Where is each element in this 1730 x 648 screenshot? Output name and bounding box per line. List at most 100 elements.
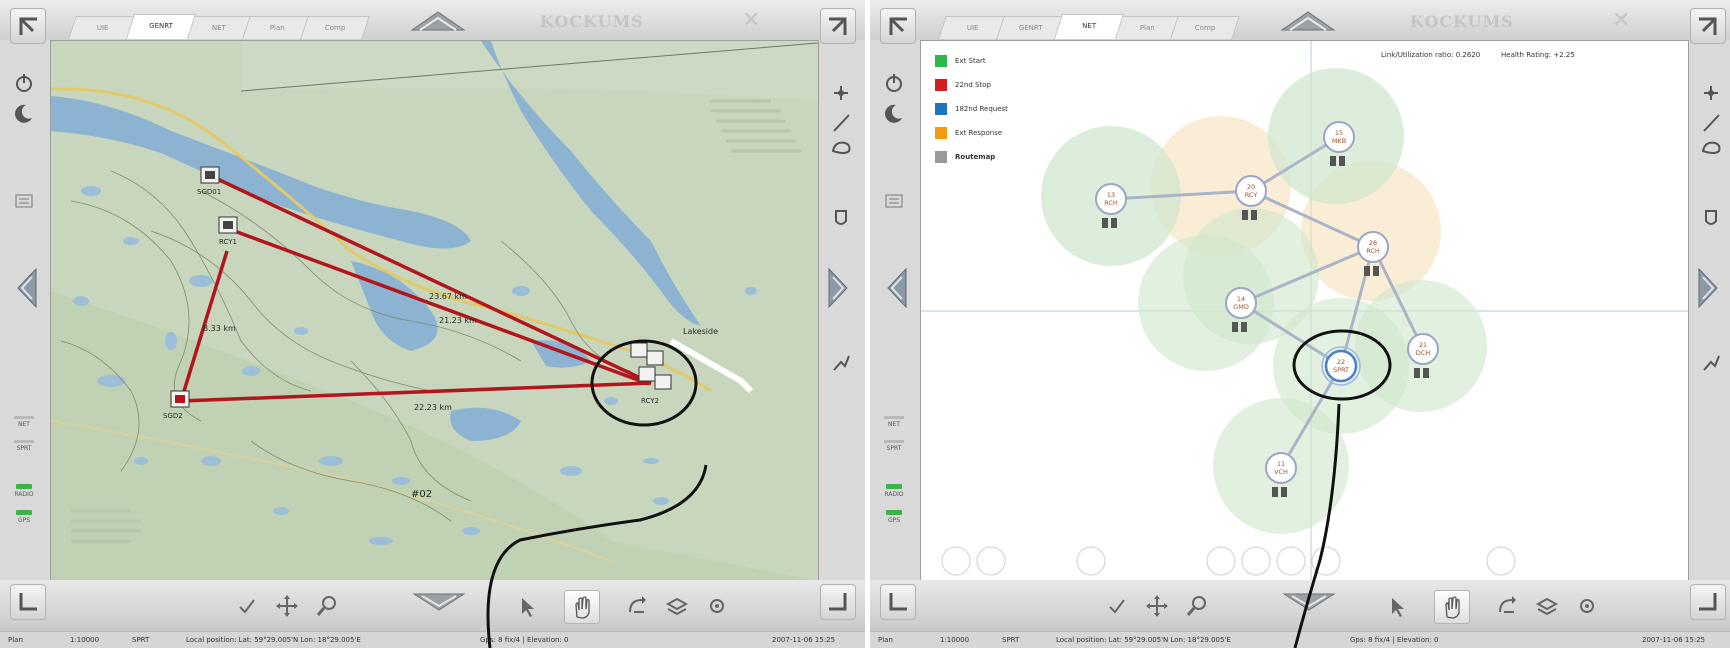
node-22[interactable]: 22 SPRT	[1321, 346, 1361, 386]
legend-item: 182nd Request	[935, 103, 1008, 117]
layers-icon[interactable]	[660, 590, 694, 622]
document-icon[interactable]	[880, 188, 908, 214]
distance-label-2: 21.23 km	[439, 316, 477, 325]
utilization-readout: Link/Utilization ratio: 0.2620	[1381, 51, 1481, 59]
corner-ne-button[interactable]	[1690, 8, 1726, 44]
svg-text:SGD2: SGD2	[163, 412, 183, 420]
next-arrow[interactable]	[823, 265, 853, 311]
corner-sw-button[interactable]	[10, 584, 46, 620]
status-scale: 1:10000	[940, 636, 970, 644]
corner-se-button[interactable]	[820, 584, 856, 620]
corner-sw-button[interactable]	[880, 584, 916, 620]
tab-comp[interactable]: Comp	[1170, 16, 1240, 39]
legend-swatch-blue	[935, 103, 947, 115]
status-unit: SPRT	[132, 636, 150, 644]
svg-text:RCY1: RCY1	[219, 238, 237, 246]
corner-nw-button[interactable]	[10, 8, 46, 44]
route-tool-icon[interactable]	[827, 350, 855, 376]
expand-down-button[interactable]	[404, 588, 474, 616]
sprt-status: SPRT	[878, 440, 910, 452]
hand-icon[interactable]	[1434, 590, 1470, 624]
next-arrow[interactable]	[1693, 265, 1723, 311]
left-sidebar: NET SPRT RADIO GPS	[0, 40, 48, 580]
status-gps: Gps: 8 fix/4 | Elevation: 0	[1350, 636, 1439, 644]
settings-icon[interactable]	[700, 590, 734, 622]
right-sidebar	[1687, 40, 1730, 580]
svg-text:SPRT: SPRT	[1333, 366, 1349, 374]
brand-logo: KOCKUMS	[1410, 12, 1514, 31]
zoom-icon[interactable]	[310, 590, 344, 622]
status-bar: Plan 1:10000 SPRT Local position: Lat: 5…	[870, 631, 1730, 648]
svg-text:RCH: RCH	[1366, 247, 1380, 255]
distance-label-4: 22.23 km	[414, 403, 452, 412]
checkmark-icon[interactable]	[230, 590, 264, 622]
cursor-icon[interactable]	[1380, 590, 1414, 622]
collapse-up-button[interactable]	[398, 6, 478, 36]
corner-nw-button[interactable]	[880, 8, 916, 44]
distance-label-1: 23.67 km	[429, 292, 467, 301]
power-icon[interactable]	[10, 70, 38, 96]
svg-text:RCY: RCY	[1245, 191, 1258, 199]
corner-se-button[interactable]	[1690, 584, 1726, 620]
net-status: NET	[878, 416, 910, 428]
crosshair-icon[interactable]	[827, 80, 855, 106]
svg-text:MKB: MKB	[1332, 137, 1346, 145]
pan-icon[interactable]	[1140, 590, 1174, 622]
status-bar: Plan 1:10000 SPRT Local position: Lat: 5…	[0, 631, 865, 648]
area-tool-icon[interactable]	[827, 135, 855, 161]
radio-status: RADIO	[878, 484, 910, 498]
night-mode-icon[interactable]	[880, 100, 908, 126]
line-tool-icon[interactable]	[827, 110, 855, 136]
network-view[interactable]: 15 MKB 13 RCH 20 RCY 28 RCH 14 GMD 22 SP…	[920, 40, 1689, 582]
shield-icon[interactable]	[1697, 205, 1725, 231]
previous-arrow[interactable]	[12, 265, 42, 311]
pan-icon[interactable]	[270, 590, 304, 622]
rotate-icon[interactable]	[620, 590, 654, 622]
svg-text:20: 20	[1247, 183, 1255, 191]
status-datetime: 2007-11-06 15:25	[772, 636, 836, 644]
route-tool-icon[interactable]	[1697, 350, 1725, 376]
unit-marker-rcy1[interactable]: RCY1	[218, 216, 238, 246]
close-icon[interactable]: ✕	[1612, 8, 1630, 33]
layers-icon[interactable]	[1530, 590, 1564, 622]
expand-down-button[interactable]	[1274, 588, 1344, 616]
status-scale: 1:10000	[70, 636, 100, 644]
tab-comp[interactable]: Comp	[300, 16, 370, 39]
area-tool-icon[interactable]	[1697, 135, 1725, 161]
svg-text:28: 28	[1369, 239, 1377, 247]
legend-swatch-red	[935, 79, 947, 91]
hand-icon[interactable]	[564, 590, 600, 624]
status-mode: Plan	[8, 636, 23, 644]
tab-genrt[interactable]: GENRT	[125, 14, 197, 39]
legend-swatch-orange	[935, 127, 947, 139]
document-icon[interactable]	[10, 188, 38, 214]
svg-text:21: 21	[1419, 341, 1427, 349]
distance-label-3: 8.33 km	[203, 324, 236, 333]
legend-item: Ext Response	[935, 127, 1002, 141]
tab-net[interactable]: NET	[1053, 14, 1125, 39]
legend-swatch-gray	[935, 151, 947, 163]
collapse-up-button[interactable]	[1268, 6, 1348, 36]
place-label-lakeside: Lakeside	[683, 327, 718, 336]
svg-text:GMD: GMD	[1233, 303, 1249, 311]
unit-marker-sgd1[interactable]: SGD01	[197, 166, 221, 196]
map-view[interactable]: 23.67 km 21.23 km 8.33 km 22.23 km Lakes…	[50, 40, 819, 582]
cursor-icon[interactable]	[510, 590, 544, 622]
status-datetime: 2007-11-06 15:25	[1642, 636, 1706, 644]
night-mode-icon[interactable]	[10, 100, 38, 126]
net-status: NET	[8, 416, 40, 428]
status-gps: Gps: 8 fix/4 | Elevation: 0	[480, 636, 569, 644]
power-icon[interactable]	[880, 70, 908, 96]
shield-icon[interactable]	[827, 205, 855, 231]
close-icon[interactable]: ✕	[742, 8, 760, 33]
settings-icon[interactable]	[1570, 590, 1604, 622]
zoom-icon[interactable]	[1180, 590, 1214, 622]
checkmark-icon[interactable]	[1100, 590, 1134, 622]
crosshair-icon[interactable]	[1697, 80, 1725, 106]
health-readout: Health Rating: +2.25	[1501, 51, 1575, 59]
corner-ne-button[interactable]	[820, 8, 856, 44]
status-position: Local position: Lat: 59°29.005'N Lon: 18…	[1056, 636, 1231, 644]
line-tool-icon[interactable]	[1697, 110, 1725, 136]
rotate-icon[interactable]	[1490, 590, 1524, 622]
previous-arrow[interactable]	[882, 265, 912, 311]
